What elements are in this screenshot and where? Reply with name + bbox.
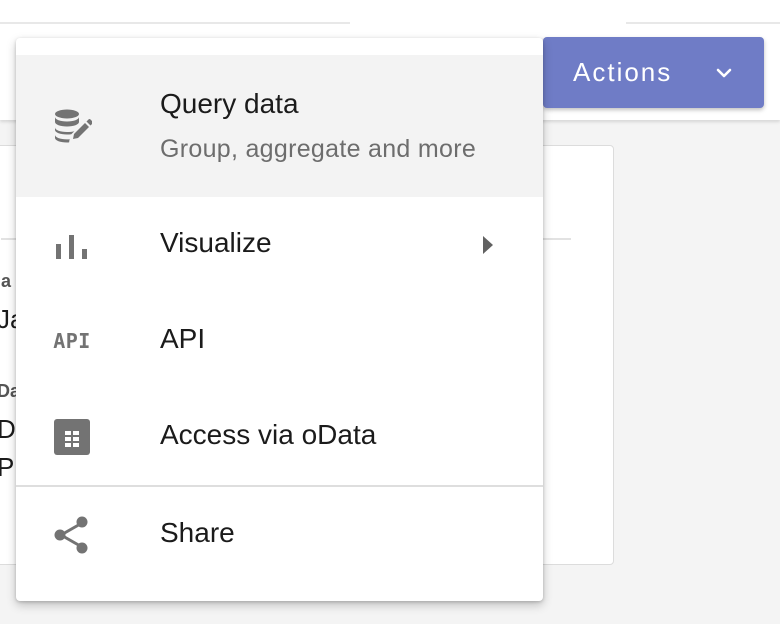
background-text-fragment: a xyxy=(1,271,12,291)
database-edit-icon xyxy=(52,106,92,146)
api-icon: API xyxy=(52,321,92,361)
menu-item-query-data[interactable]: Query data Group, aggregate and more xyxy=(16,55,543,197)
table-icon xyxy=(52,417,92,457)
chevron-down-icon xyxy=(716,68,732,78)
menu-item-label: Query data xyxy=(160,88,299,119)
share-icon xyxy=(52,515,92,555)
menu-item-label: Access via oData xyxy=(160,419,377,450)
menu-item-sublabel: Group, aggregate and more xyxy=(160,135,477,163)
menu-item-visualize[interactable]: Visualize xyxy=(16,197,543,293)
api-icon-glyph: API xyxy=(53,329,91,353)
toolbar-field-underline xyxy=(0,22,350,24)
toolbar-field-underline xyxy=(626,22,780,24)
actions-menu: Query data Group, aggregate and more Vis… xyxy=(16,38,543,601)
menu-item-label: API xyxy=(160,323,206,354)
menu-item-access-odata[interactable]: Access via oData xyxy=(16,389,543,485)
menu-item-label: Visualize xyxy=(160,227,272,258)
actions-button-label: Actions xyxy=(573,57,673,87)
menu-item-api[interactable]: API API xyxy=(16,293,543,389)
actions-button[interactable]: Actions xyxy=(543,37,764,108)
submenu-arrow-icon xyxy=(483,236,493,254)
menu-item-label: Share xyxy=(160,517,235,548)
menu-item-share[interactable]: Share xyxy=(16,487,543,583)
bar-chart-icon xyxy=(52,227,92,267)
